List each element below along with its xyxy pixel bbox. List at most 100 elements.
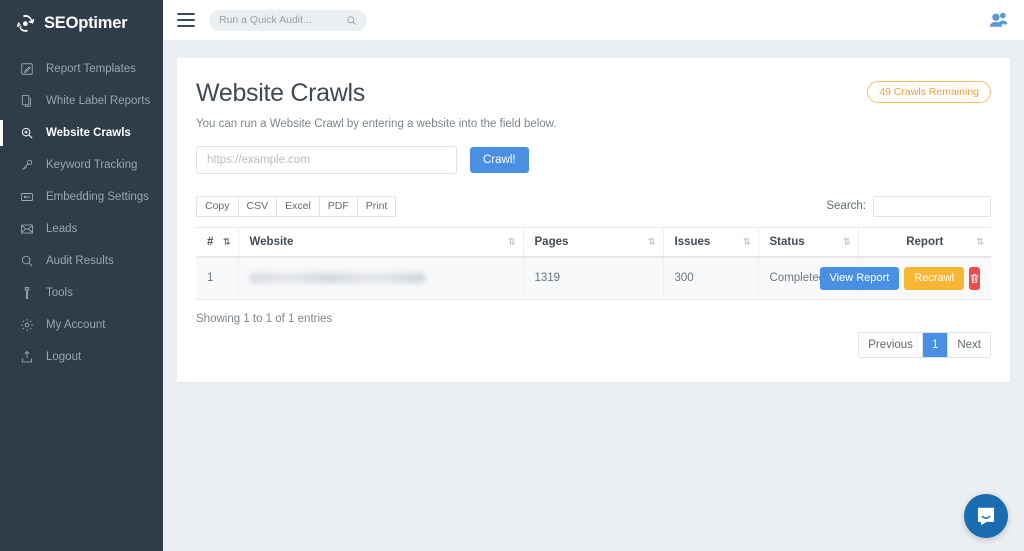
seoptimer-gear-arrow-logo-icon <box>15 13 37 35</box>
website-url-input[interactable] <box>196 146 457 174</box>
magnifier-icon <box>20 254 34 268</box>
sidebar-item-embedding-settings[interactable]: Embedding Settings <box>0 181 163 213</box>
page-subtitle: You can run a Website Crawl by entering … <box>196 118 991 130</box>
table-row[interactable]: 1 1319 300 Completed View Report Recrawl <box>196 257 991 300</box>
column-label: Issues <box>675 236 711 248</box>
copy-documents-icon <box>20 94 34 108</box>
column-label: # <box>207 236 213 248</box>
column-header-pages[interactable]: Pages ⇅ <box>523 227 663 257</box>
sidebar-item-tools[interactable]: Tools <box>0 277 163 309</box>
column-header-number[interactable]: # ⇅ <box>196 227 238 257</box>
sidebar-item-my-account[interactable]: My Account <box>0 309 163 341</box>
crawl-form: Crawl! <box>196 146 991 174</box>
embed-box-icon <box>20 190 34 204</box>
sidebar-item-website-crawls[interactable]: Website Crawls <box>0 117 163 149</box>
column-header-website[interactable]: Website ⇅ <box>238 227 523 257</box>
pagination-page-1[interactable]: 1 <box>923 333 948 357</box>
cell-report-actions: View Report Recrawl <box>858 257 991 300</box>
sidebar-item-label: Embedding Settings <box>46 191 149 203</box>
sidebar-item-logout[interactable]: Logout <box>0 341 163 373</box>
sidebar-item-label: Report Templates <box>46 63 136 75</box>
column-label: Report <box>906 236 943 248</box>
row-actions: View Report Recrawl <box>870 267 981 290</box>
export-csv-button[interactable]: CSV <box>238 196 278 217</box>
column-label: Website <box>250 236 294 248</box>
sort-icon: ⇅ <box>976 237 983 246</box>
content-area: Website Crawls 49 Crawls Remaining You c… <box>163 40 1024 551</box>
sort-icon: ⇅ <box>843 237 850 246</box>
sidebar-item-keyword-tracking[interactable]: Keyword Tracking <box>0 149 163 181</box>
sidebar-item-white-label-reports[interactable]: White Label Reports <box>0 85 163 117</box>
sidebar: SEOptimer Report Templates White Label R… <box>0 0 163 551</box>
sidebar-item-label: Tools <box>46 287 73 299</box>
export-pdf-button[interactable]: PDF <box>319 196 358 217</box>
sidebar-item-label: White Label Reports <box>46 95 150 107</box>
table-footer: Showing 1 to 1 of 1 entries Previous 1 N… <box>196 313 991 358</box>
gear-icon <box>20 318 34 332</box>
table-head: # ⇅ Website ⇅ Pages ⇅ <box>196 227 991 257</box>
logout-arrow-icon <box>20 350 34 364</box>
table-toolbar: Copy CSV Excel PDF Print Search: <box>196 196 991 217</box>
main-area: Website Crawls 49 Crawls Remaining You c… <box>163 0 1024 551</box>
entries-info: Showing 1 to 1 of 1 entries <box>196 313 332 325</box>
pagination-previous[interactable]: Previous <box>859 333 923 357</box>
sidebar-item-label: Website Crawls <box>46 127 131 139</box>
export-copy-button[interactable]: Copy <box>196 196 239 217</box>
table-body: 1 1319 300 Completed View Report Recrawl <box>196 257 991 300</box>
sidebar-item-leads[interactable]: Leads <box>0 213 163 245</box>
search-icon <box>346 15 357 26</box>
sidebar-item-label: My Account <box>46 319 105 331</box>
sidebar-item-label: Audit Results <box>46 255 114 267</box>
column-header-status[interactable]: Status ⇅ <box>758 227 858 257</box>
cell-number: 1 <box>196 257 238 300</box>
quick-audit-search[interactable] <box>209 10 367 31</box>
table-search: Search: <box>826 196 991 217</box>
quick-audit-input[interactable] <box>219 11 337 30</box>
sort-desc-icon: ⇅ <box>223 237 230 246</box>
sort-icon: ⇅ <box>508 237 515 246</box>
pagination: Previous 1 Next <box>858 332 991 358</box>
brand-logo[interactable]: SEOptimer <box>0 0 163 47</box>
export-excel-button[interactable]: Excel <box>276 196 320 217</box>
people-icon[interactable] <box>988 9 1010 31</box>
pencil-square-icon <box>20 62 34 76</box>
chat-launcher-button[interactable] <box>964 494 1008 538</box>
table-search-input[interactable] <box>873 196 991 217</box>
sort-icon: ⇅ <box>743 237 750 246</box>
export-buttons-group: Copy CSV Excel PDF Print <box>196 196 396 217</box>
hamburger-icon[interactable] <box>177 13 195 27</box>
crawls-table: # ⇅ Website ⇅ Pages ⇅ <box>196 227 991 300</box>
brand-name: SEOptimer <box>44 14 127 33</box>
sidebar-item-audit-results[interactable]: Audit Results <box>0 245 163 277</box>
column-header-report[interactable]: Report ⇅ <box>858 227 991 257</box>
crawl-button[interactable]: Crawl! <box>470 147 529 173</box>
redacted-website-url <box>250 273 425 283</box>
search-label: Search: <box>826 200 866 212</box>
topbar-actions <box>988 9 1010 31</box>
column-label: Pages <box>535 236 569 248</box>
pagination-next[interactable]: Next <box>948 333 990 357</box>
intercom-chat-icon <box>975 505 997 527</box>
sidebar-item-label: Leads <box>46 223 77 235</box>
recrawl-button[interactable]: Recrawl <box>904 267 964 290</box>
export-print-button[interactable]: Print <box>357 196 397 217</box>
sidebar-item-report-templates[interactable]: Report Templates <box>0 53 163 85</box>
sort-icon: ⇅ <box>648 237 655 246</box>
column-header-issues[interactable]: Issues ⇅ <box>663 227 758 257</box>
topbar <box>163 0 1024 40</box>
sidebar-item-label: Logout <box>46 351 81 363</box>
envelope-icon <box>20 222 34 236</box>
view-report-button[interactable]: View Report <box>820 267 900 290</box>
cell-issues: 300 <box>663 257 758 300</box>
website-crawls-card: Website Crawls 49 Crawls Remaining You c… <box>177 58 1010 382</box>
app-root: SEOptimer Report Templates White Label R… <box>0 0 1024 551</box>
trash-icon <box>969 273 980 284</box>
key-icon <box>20 158 34 172</box>
magnifier-plus-icon <box>20 126 34 140</box>
crawls-remaining-badge: 49 Crawls Remaining <box>867 81 991 103</box>
cell-pages: 1319 <box>523 257 663 300</box>
column-label: Status <box>770 236 805 248</box>
cell-website <box>238 257 523 300</box>
delete-crawl-button[interactable] <box>969 267 980 290</box>
wrench-icon <box>20 286 34 300</box>
